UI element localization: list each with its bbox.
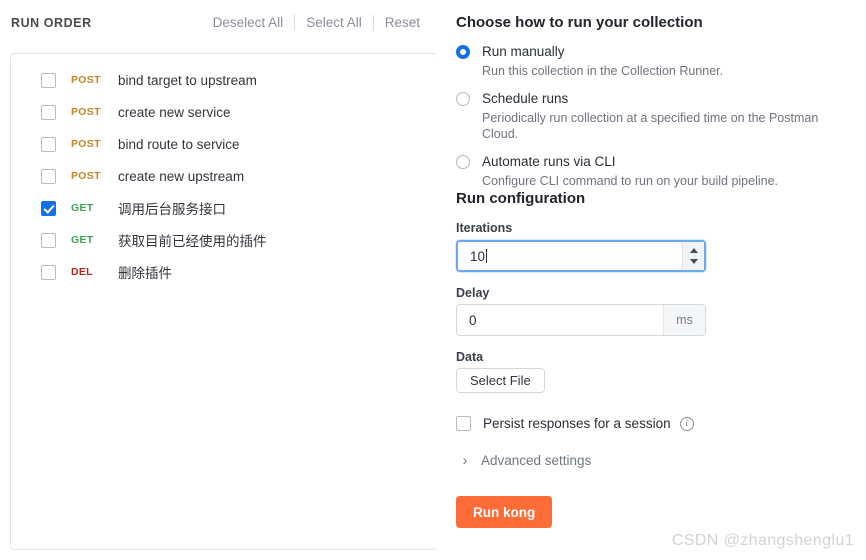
iterations-value-text: 10 — [470, 248, 486, 264]
watermark: CSDN @zhangshenglu1 — [671, 532, 854, 549]
persist-responses-checkbox[interactable] — [456, 416, 471, 431]
iterations-label: Iterations — [456, 221, 513, 235]
list-item[interactable]: GET 调用后台服务接口 — [11, 192, 437, 224]
stepper-down-icon[interactable] — [689, 259, 698, 264]
run-order-panel: RUN ORDER Deselect All Select All Reset … — [0, 0, 437, 560]
request-name: bind target to upstream — [118, 72, 257, 88]
advanced-settings-toggle[interactable]: › Advanced settings — [456, 452, 592, 468]
reset-button[interactable]: Reset — [374, 15, 427, 30]
run-configuration-title: Run configuration — [456, 190, 586, 207]
request-method: POST — [71, 106, 101, 118]
radio-label: Automate runs via CLI — [482, 154, 616, 169]
info-icon[interactable]: i — [679, 416, 694, 431]
list-item[interactable]: POST create new service — [11, 96, 437, 128]
radio-label: Schedule runs — [482, 91, 569, 106]
run-collection-button[interactable]: Run kong — [456, 496, 553, 528]
stepper-up-icon[interactable] — [689, 248, 698, 253]
delay-unit: ms — [663, 305, 705, 335]
radio-icon[interactable] — [456, 92, 470, 106]
radio-description: Run this collection in the Collection Ru… — [482, 64, 724, 78]
text-caret — [486, 248, 488, 263]
data-label: Data — [456, 350, 484, 364]
request-name: bind route to service — [118, 136, 240, 152]
request-checkbox[interactable] — [41, 136, 56, 152]
radio-option-automate-cli[interactable]: Automate runs via CLI Configure CLI comm… — [456, 153, 856, 189]
request-checkbox[interactable] — [41, 232, 56, 248]
delay-label: Delay — [456, 286, 490, 300]
request-method: DEL — [71, 266, 93, 278]
radio-icon[interactable] — [456, 155, 470, 169]
iterations-value[interactable]: 10 — [458, 248, 682, 264]
request-name: create new upstream — [118, 168, 245, 184]
persist-responses-row[interactable]: Persist responses for a session i — [456, 416, 694, 431]
chevron-right-icon: › — [462, 452, 468, 468]
request-checkbox[interactable] — [41, 200, 56, 216]
request-name: 删除插件 — [118, 266, 172, 281]
request-name: 获取目前已经使用的插件 — [118, 234, 267, 249]
request-checkbox[interactable] — [41, 104, 56, 120]
list-item[interactable]: POST create new upstream — [11, 160, 437, 192]
request-list: POST bind target to upstream POST create… — [10, 53, 437, 550]
run-mode-radio-group: Run manually Run this collection in the … — [456, 43, 856, 200]
run-settings-panel: Choose how to run your collection Run ma… — [456, 0, 866, 560]
radio-option-run-manually[interactable]: Run manually Run this collection in the … — [456, 43, 856, 79]
radio-label: Run manually — [482, 44, 565, 59]
request-method: POST — [71, 138, 101, 150]
request-checkbox[interactable] — [41, 168, 56, 184]
list-item[interactable]: POST bind target to upstream — [11, 64, 437, 96]
persist-responses-label: Persist responses for a session — [483, 416, 671, 431]
request-method: POST — [71, 170, 101, 182]
list-item[interactable]: DEL 删除插件 — [11, 256, 437, 288]
run-order-actions: Deselect All Select All Reset — [202, 15, 427, 30]
delay-input[interactable]: 0 ms — [456, 304, 706, 336]
request-name: create new service — [118, 104, 231, 120]
collection-runner-screen: RUN ORDER Deselect All Select All Reset … — [0, 0, 866, 560]
request-method: GET — [71, 202, 94, 214]
radio-option-schedule-runs[interactable]: Schedule runs Periodically run collectio… — [456, 90, 856, 142]
request-checkbox[interactable] — [41, 264, 56, 280]
request-name: 调用后台服务接口 — [118, 202, 226, 217]
list-item[interactable]: POST bind route to service — [11, 128, 437, 160]
request-method: GET — [71, 234, 94, 246]
request-method: POST — [71, 74, 101, 86]
deselect-all-button[interactable]: Deselect All — [202, 15, 295, 30]
iterations-stepper[interactable] — [682, 242, 704, 270]
run-order-toolbar: RUN ORDER Deselect All Select All Reset — [0, 0, 437, 46]
radio-icon[interactable] — [456, 45, 470, 59]
radio-description: Configure CLI command to run on your bui… — [482, 174, 779, 188]
iterations-input[interactable]: 10 — [456, 240, 706, 272]
list-item[interactable]: GET 获取目前已经使用的插件 — [11, 224, 437, 256]
select-all-button[interactable]: Select All — [295, 15, 373, 30]
select-file-button[interactable]: Select File — [456, 368, 545, 393]
delay-value[interactable]: 0 — [457, 313, 663, 328]
choose-run-mode-title: Choose how to run your collection — [456, 14, 703, 31]
run-order-title: RUN ORDER — [11, 16, 92, 30]
radio-description: Periodically run collection at a specifi… — [482, 111, 819, 141]
advanced-settings-label: Advanced settings — [481, 452, 592, 468]
request-checkbox[interactable] — [41, 72, 56, 88]
